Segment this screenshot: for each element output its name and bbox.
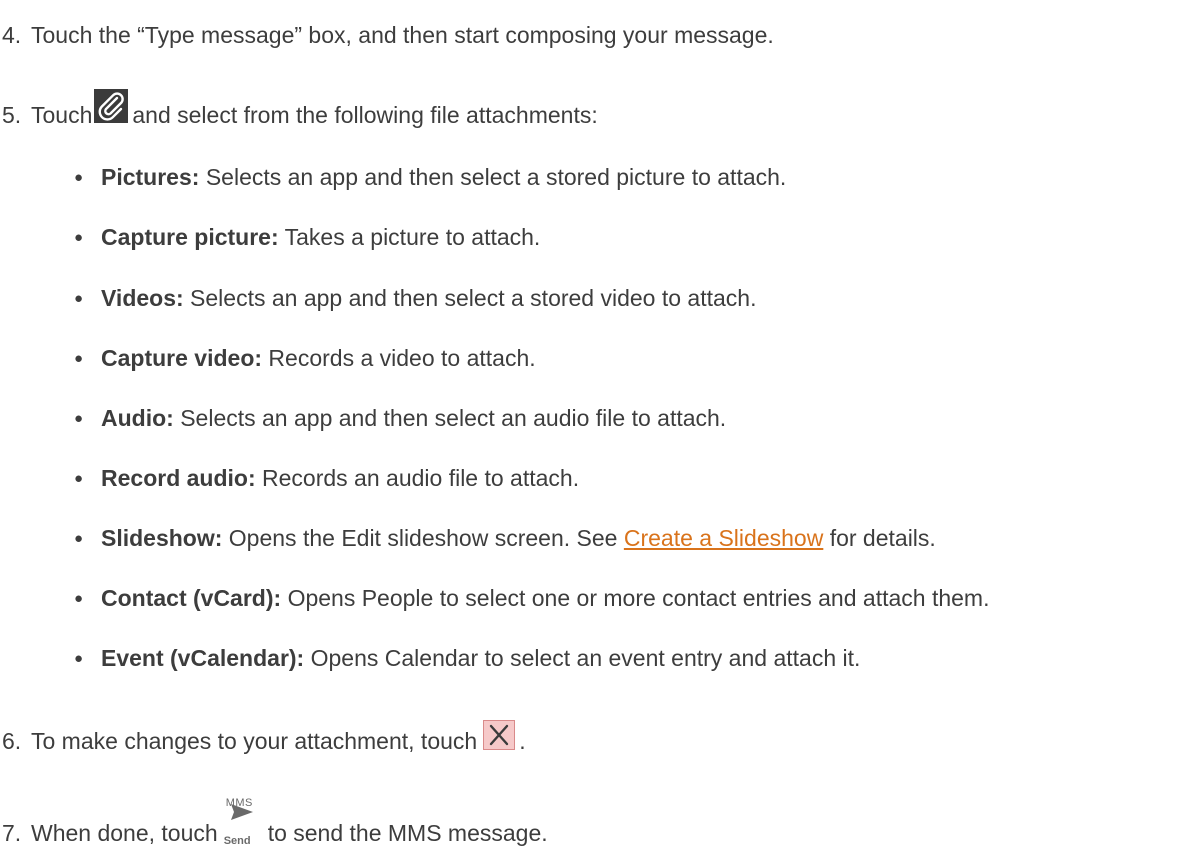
bullet-label: Pictures: (101, 164, 200, 190)
list-item-slideshow: ● Slideshow: Opens the Edit slideshow scr… (74, 525, 936, 551)
step-text: Touch the “Type message” box, and then s… (31, 22, 774, 48)
send-icon-label: Send (223, 834, 251, 847)
bullet-label: Capture picture: (101, 224, 279, 250)
list-item-contact: ● Contact (vCard): Opens People to select… (74, 585, 990, 611)
list-item-videos: ● Videos: Selects an app and then select … (74, 285, 757, 311)
step-number: 5. (2, 102, 22, 129)
bullet-text: Records a video to attach. (268, 345, 536, 371)
create-slideshow-link[interactable]: Create a Slideshow (624, 525, 823, 551)
bullet-text: Selects an app and then select a stored … (205, 164, 787, 190)
list-item-record-audio: ● Record audio: Records an audio file to … (74, 465, 580, 491)
step-7: 7. When done, touch MMS Send to send the MMS… (2, 797, 548, 850)
step-number: 6. (2, 728, 22, 754)
bullet-text-after: for details. (829, 525, 936, 551)
bullet-label: Capture video: (101, 345, 263, 371)
step-text-after: . (519, 728, 526, 754)
bullet-text: Selects an app and then select a stored … (190, 285, 757, 311)
bullet-label: Event (vCalendar): (101, 645, 305, 671)
document-page: 4. Touch the “Type message” box, and then… (0, 0, 1196, 862)
send-arrow-icon (230, 803, 253, 820)
step-text-after: to send the MMS message. (267, 820, 548, 846)
step-text-before: Touch (31, 102, 93, 129)
step-4: 4. Touch the “Type message” box, and then… (2, 20, 774, 50)
close-icon (483, 719, 516, 750)
bullet-label: Slideshow: (101, 525, 223, 551)
list-item-capture-picture: ● Capture picture: Takes a picture to att… (74, 224, 541, 250)
bullet-label: Contact (vCard): (101, 585, 282, 611)
bullet-label: Record audio: (101, 465, 256, 491)
bullet-label: Videos: (101, 285, 184, 311)
step-text-after: and select from the following file attac… (132, 102, 598, 129)
bullet-text: Opens Calendar to select an event entry … (310, 645, 861, 671)
list-item-event: ● Event (vCalendar): Opens Calendar to se… (74, 645, 861, 671)
step-5: 5. Touch and select from the following fil… (2, 89, 598, 134)
bullet-text: Selects an app and then select an audio … (180, 405, 727, 431)
step-number: 7. (2, 820, 22, 846)
list-item-capture-video: ● Capture video: Records a video to attac… (74, 345, 536, 371)
bullet-text: Opens the Edit slideshow screen. See (228, 525, 618, 551)
bullet-text: Opens People to select one or more conta… (287, 585, 990, 611)
bullet-text: Records an audio file to attach. (262, 465, 580, 491)
bullet-text: Takes a picture to attach. (284, 224, 541, 250)
list-item-audio: ● Audio: Selects an app and then select a… (74, 405, 727, 431)
bullet-label: Audio: (101, 405, 174, 431)
step-6: 6. To make changes to your attachment, to… (2, 719, 526, 758)
step-text-before: To make changes to your attachment, touc… (31, 728, 478, 754)
step-text-before: When done, touch (31, 820, 218, 846)
list-item-pictures: ● Pictures: Selects an app and then selec… (74, 164, 787, 190)
send-icon: MMS Send (224, 797, 260, 850)
step-number: 4. (2, 22, 22, 48)
paperclip-icon (94, 89, 129, 123)
